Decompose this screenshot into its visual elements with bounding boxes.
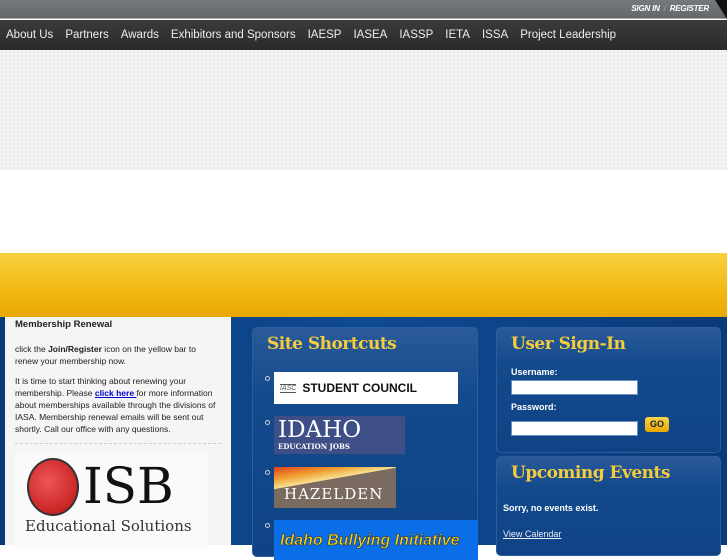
nav-iasea[interactable]: IASEA [353,29,387,41]
shortcut-hazelden[interactable]: HAZELDEN [274,467,396,508]
ladybug-icon [27,458,79,516]
register-link[interactable]: REGISTER [670,4,709,13]
shortcut-student-council[interactable]: IASC STUDENT COUNCIL [274,372,458,404]
text: click the [15,344,49,354]
nav-ieta[interactable]: IETA [445,29,470,41]
user-sign-in-panel: User Sign-In Username: Password: GO [496,327,721,453]
bullet-icon [265,420,270,425]
upcoming-events-panel: Upcoming Events Sorry, no events exist. … [496,456,721,556]
divider [15,443,221,444]
username-input[interactable] [511,380,638,395]
site-shortcuts-title: Site Shortcuts [267,334,397,354]
bullet-icon [265,470,270,475]
bullying-initiative-text: Idaho Bullying Initiative [280,532,460,550]
nav-exhibitors-sponsors[interactable]: Exhibitors and Sponsors [171,29,296,41]
bullet-icon [265,376,270,381]
password-label: Password: [511,402,557,412]
sign-in-link[interactable]: SIGN IN [631,4,660,13]
nav-iaesp[interactable]: IAESP [308,29,342,41]
nav-iassp[interactable]: IASSP [399,29,433,41]
account-links: SIGN IN / REGISTER [631,4,709,13]
isb-ad[interactable]: ISB Educational Solutions [15,452,208,548]
events-title: Upcoming Events [511,463,670,483]
main-nav: About Us Partners Awards Exhibitors and … [0,20,727,50]
shortcut-idaho-bullying-initiative[interactable]: Idaho Bullying Initiative [274,520,478,560]
yellow-bar [0,253,727,317]
password-input[interactable] [511,421,638,436]
membership-text-2: It is time to start thinking about renew… [15,375,221,435]
hazelden-text: HAZELDEN [284,485,384,503]
click-here-link[interactable]: click here [95,388,137,398]
membership-text-1: click the Join/Register icon on the yell… [15,343,221,367]
shortcut-idaho-education-jobs[interactable]: IDAHO EDUCATION JOBS [274,416,405,454]
banner-area [0,50,727,170]
student-council-text: STUDENT COUNCIL [302,381,418,395]
go-button[interactable]: GO [645,417,669,432]
username-label: Username: [511,367,558,377]
nav-issa[interactable]: ISSA [482,29,508,41]
separator: / [663,4,666,13]
join-register-text: Join/Register [48,344,102,354]
nav-awards[interactable]: Awards [121,29,159,41]
nav-about-us[interactable]: About Us [6,29,53,41]
bullet-icon [265,523,270,528]
corner-decoration [715,0,727,19]
top-bar: SIGN IN / REGISTER [0,0,727,19]
isb-name: ISB [83,457,174,515]
view-calendar-link[interactable]: View Calendar [503,529,561,539]
membership-sidebar: Membership Renewal click the Join/Regist… [5,317,231,548]
education-jobs-text: EDUCATION JOBS [278,442,350,451]
iasc-logo: IASC [280,383,297,393]
site-shortcuts-panel: Site Shortcuts IASC STUDENT COUNCIL IDAH… [252,327,478,560]
membership-title: Membership Renewal [15,319,113,330]
banner-blank [0,170,727,253]
no-events-text: Sorry, no events exist. [503,503,599,513]
sign-in-title: User Sign-In [511,334,626,354]
nav-partners[interactable]: Partners [65,29,108,41]
idaho-text: IDAHO [278,417,362,443]
isb-tagline: Educational Solutions [25,517,192,535]
nav-project-leadership[interactable]: Project Leadership [520,29,616,41]
